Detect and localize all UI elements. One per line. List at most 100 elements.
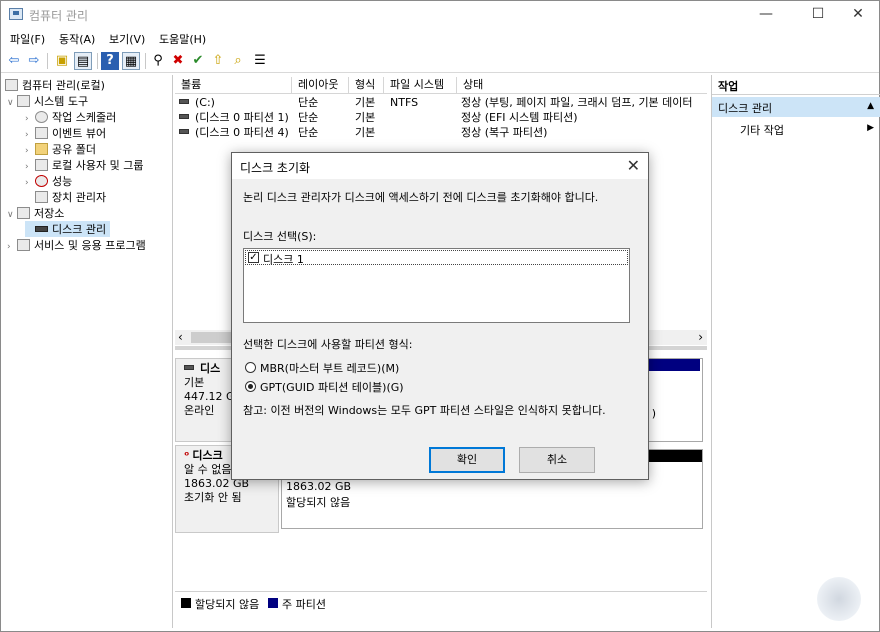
- folder-icon: [35, 143, 48, 155]
- expand-icon[interactable]: ›: [25, 178, 35, 188]
- performance-icon: [35, 175, 48, 187]
- legend-primary: 주 파티션: [282, 598, 326, 611]
- dialog-intro: 논리 디스크 관리자가 디스크에 액세스하기 전에 디스크를 초기화해야 합니다…: [243, 191, 599, 204]
- disk-list-item[interactable]: ✓ 디스크 1: [245, 250, 628, 266]
- ok-button[interactable]: 확인: [429, 447, 505, 473]
- disk-icon: [35, 226, 48, 232]
- menu-action[interactable]: 동작(A): [59, 31, 95, 47]
- menu-file[interactable]: 파일(F): [10, 31, 45, 47]
- scroll-left-icon[interactable]: ‹: [178, 330, 183, 344]
- disk-icon: [184, 365, 194, 370]
- event-viewer-icon: [35, 127, 48, 139]
- expand-icon[interactable]: ∨: [7, 98, 17, 108]
- window-title: 컴퓨터 관리: [29, 9, 89, 23]
- legend: 할당되지 않음 주 파티션: [175, 591, 707, 611]
- menu-bar: 파일(F) 동작(A) 보기(V) 도움말(H): [1, 29, 879, 49]
- volume-row[interactable]: (C:) 단순 기본 NTFS 정상 (부팅, 페이지 파일, 크래시 덤프, …: [175, 95, 707, 110]
- volume-icon: [179, 129, 189, 134]
- back-icon[interactable]: ⇦: [5, 52, 23, 70]
- toolbar-separator: [97, 53, 98, 69]
- disk-1-checkbox[interactable]: ✓: [248, 252, 259, 263]
- expand-icon[interactable]: ›: [25, 146, 35, 156]
- connect-icon[interactable]: ⚲: [149, 52, 167, 70]
- partition-style-label: 선택한 디스크에 사용할 파티션 형식:: [243, 338, 413, 351]
- select-disk-label: 디스크 선택(S):: [243, 230, 317, 243]
- volume-icon: [179, 99, 189, 104]
- storage-icon: [17, 207, 30, 219]
- unallocated-swatch: [181, 598, 191, 608]
- scroll-right-icon[interactable]: ›: [698, 330, 703, 344]
- dialog-title-bar: 디스크 초기화 ✕: [232, 153, 648, 179]
- tree-item-task-scheduler[interactable]: › 작업 스케줄러: [25, 109, 116, 125]
- search-icon[interactable]: ⌕: [229, 52, 247, 70]
- menu-view[interactable]: 보기(V): [109, 31, 145, 47]
- users-icon: [35, 159, 48, 171]
- device-manager-icon: [35, 191, 48, 203]
- mbr-option-label[interactable]: MBR(마스터 부트 레코드)(M): [260, 360, 399, 376]
- column-status[interactable]: 상태: [457, 77, 707, 94]
- help-icon[interactable]: ?: [101, 52, 119, 70]
- primary-swatch: [268, 598, 278, 608]
- tree-item-local-users-groups[interactable]: › 로컬 사용자 및 그룹: [25, 157, 143, 173]
- column-file-system[interactable]: 파일 시스템: [384, 77, 457, 94]
- compatibility-note: 참고: 이전 버전의 Windows는 모두 GPT 파티션 스타일은 인식하지…: [243, 404, 606, 417]
- collapse-icon[interactable]: ▲: [867, 101, 874, 111]
- more-actions-item[interactable]: 기타 작업 ▶: [712, 120, 880, 138]
- gpt-radio[interactable]: [245, 381, 256, 392]
- tree-item-system-tools[interactable]: ∨ 시스템 도구: [7, 93, 88, 109]
- column-layout[interactable]: 레이아웃: [292, 77, 349, 94]
- computer-management-icon: [9, 8, 23, 20]
- column-type[interactable]: 형식: [349, 77, 384, 94]
- clock-icon: [35, 111, 48, 123]
- submenu-arrow-icon: ▶: [867, 123, 874, 133]
- expand-icon[interactable]: ∨: [7, 210, 17, 220]
- initialize-disk-dialog: 디스크 초기화 ✕ 논리 디스크 관리자가 디스크에 액세스하기 전에 디스크를…: [231, 152, 649, 480]
- toolbar-separator: [47, 53, 48, 69]
- disk-list[interactable]: ✓ 디스크 1: [243, 248, 630, 323]
- show-hide-tree-icon[interactable]: ▤: [74, 52, 92, 70]
- actions-section-disk-management[interactable]: 디스크 관리 ▲: [712, 97, 880, 117]
- toolbar-separator: [145, 53, 146, 69]
- watermark-logo: [817, 577, 861, 621]
- tree-item-services-applications[interactable]: › 서비스 및 응용 프로그램: [7, 237, 146, 253]
- tree-item-shared-folders[interactable]: › 공유 폴더: [25, 141, 96, 157]
- volume-row[interactable]: (디스크 0 파티션 1) 단순 기본 정상 (EFI 시스템 파티션): [175, 110, 707, 125]
- tree-item-storage[interactable]: ∨ 저장소: [7, 205, 64, 221]
- volume-list-header: 볼륨 레이아웃 형식 파일 시스템 상태: [175, 77, 707, 94]
- computer-icon: [5, 79, 18, 91]
- dialog-close-button[interactable]: ✕: [627, 156, 640, 175]
- toolbar: ⇦ ⇨ ▣ ▤ ? ▦ ⚲ ✖ ✔ ⇧ ⌕ ☰: [1, 49, 879, 73]
- delete-icon[interactable]: ✖: [169, 52, 187, 70]
- error-disk-icon: ᵒ: [184, 449, 190, 462]
- minimize-button[interactable]: —: [743, 1, 789, 29]
- list-view-icon[interactable]: ☰: [251, 52, 269, 70]
- close-button[interactable]: ✕: [835, 1, 880, 29]
- tree-item-computer-management[interactable]: 컴퓨터 관리(로컬): [5, 77, 105, 93]
- menu-help[interactable]: 도움말(H): [159, 31, 206, 47]
- tree-item-disk-management[interactable]: 디스크 관리: [25, 221, 111, 237]
- tools-icon: [17, 95, 30, 107]
- tree-item-performance[interactable]: › 성능: [25, 173, 72, 189]
- tree-item-device-manager[interactable]: 장치 관리자: [25, 189, 106, 205]
- column-volume[interactable]: 볼륨: [175, 77, 292, 94]
- mbr-radio[interactable]: [245, 362, 256, 373]
- dialog-title: 디스크 초기화: [240, 161, 311, 175]
- properties-icon[interactable]: ▦: [122, 52, 140, 70]
- gpt-option-label[interactable]: GPT(GUID 파티션 테이블)(G): [260, 379, 404, 395]
- cancel-button[interactable]: 취소: [519, 447, 595, 473]
- expand-icon[interactable]: ›: [7, 242, 17, 252]
- services-icon: [17, 239, 30, 251]
- volume-row[interactable]: (디스크 0 파티션 4) 단순 기본 정상 (복구 파티션): [175, 125, 707, 140]
- expand-icon[interactable]: ›: [25, 130, 35, 140]
- upload-icon[interactable]: ⇧: [209, 52, 227, 70]
- up-folder-icon[interactable]: ▣: [53, 52, 71, 70]
- expand-icon[interactable]: ›: [25, 114, 35, 124]
- actions-header: 작업: [712, 75, 880, 95]
- checklist-icon[interactable]: ✔: [189, 52, 207, 70]
- forward-icon[interactable]: ⇨: [25, 52, 43, 70]
- expand-icon[interactable]: ›: [25, 162, 35, 172]
- title-bar: 컴퓨터 관리 — ☐ ✕: [1, 1, 879, 29]
- volume-icon: [179, 114, 189, 119]
- tree-item-event-viewer[interactable]: › 이벤트 뷰어: [25, 125, 106, 141]
- legend-unallocated: 할당되지 않음: [195, 598, 260, 611]
